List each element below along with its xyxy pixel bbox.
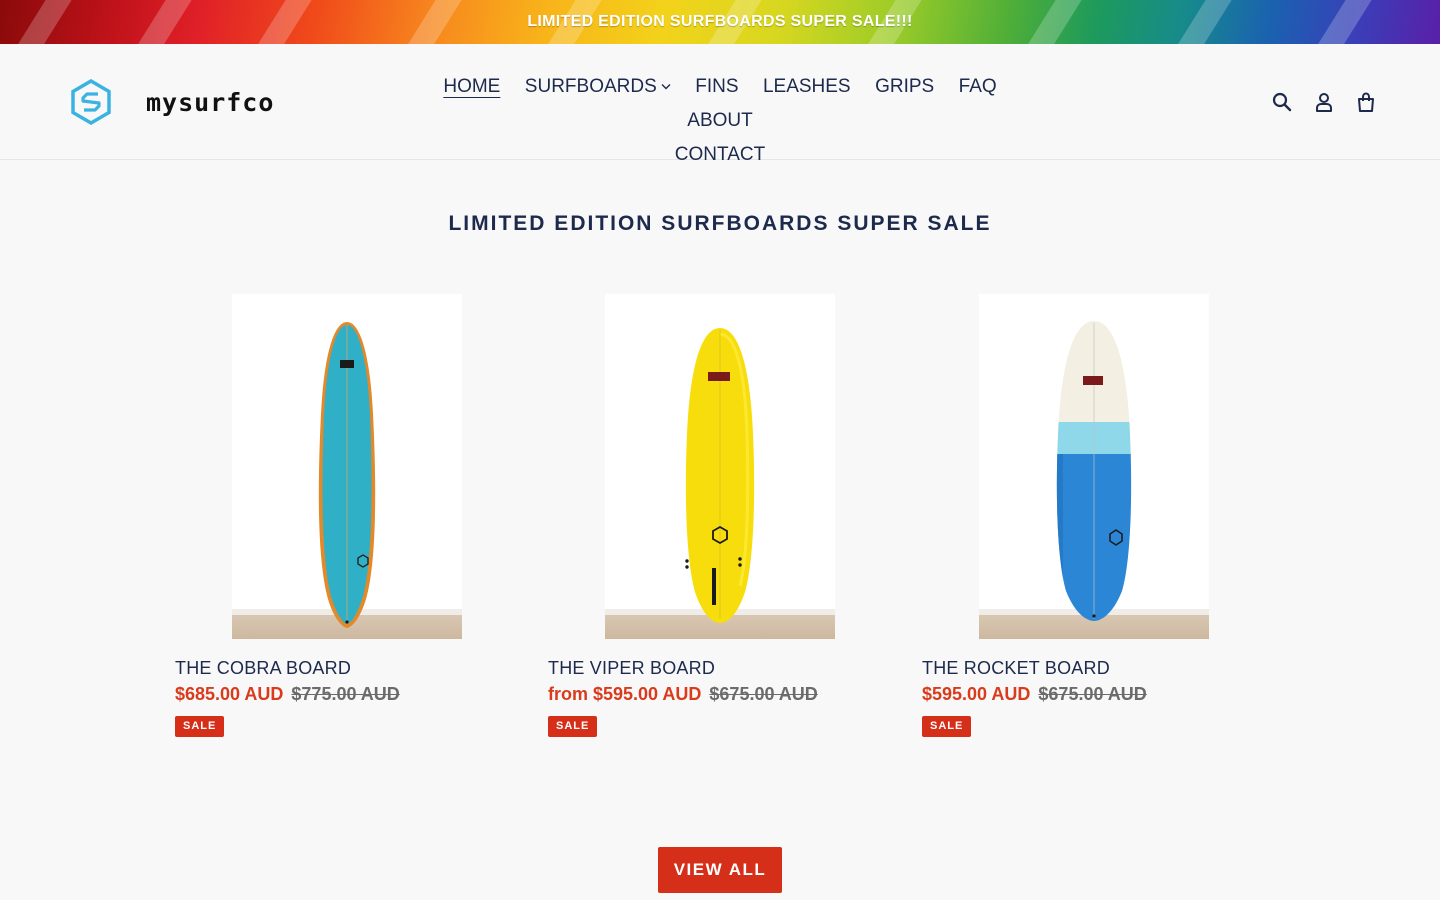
nav-item-home[interactable]: HOME (443, 70, 500, 103)
product-image[interactable] (605, 294, 835, 639)
product-title[interactable]: THE VIPER BOARD (548, 658, 715, 679)
logo-hexagon-icon (71, 79, 111, 125)
product-image[interactable] (232, 294, 462, 639)
chevron-down-icon (661, 84, 671, 90)
search-icon[interactable] (1270, 90, 1294, 114)
nav-item-faq[interactable]: FAQ (959, 70, 997, 103)
cart-icon[interactable] (1354, 90, 1378, 114)
price-row: from $595.00 AUD $675.00 AUD (548, 684, 818, 705)
nav-item-about[interactable]: ABOUT (687, 104, 752, 137)
product-title[interactable]: THE COBRA BOARD (175, 658, 351, 679)
announcement-bar[interactable]: LIMITED EDITION SURFBOARDS SUPER SALE!!! (0, 0, 1440, 44)
nav-item-contact[interactable]: CONTACT (675, 138, 765, 171)
brand-logo[interactable]: mysurfco (70, 78, 274, 126)
view-all-button[interactable]: VIEW ALL (658, 847, 782, 893)
price-row: $685.00 AUD $775.00 AUD (175, 684, 400, 705)
sale-price: $685.00 AUD (175, 684, 284, 704)
brand-wordmark: mysurfco (146, 87, 275, 117)
sale-price: $595.00 AUD (922, 684, 1031, 704)
product-title[interactable]: THE ROCKET BOARD (922, 658, 1110, 679)
sale-badge: SALE (922, 716, 972, 737)
site-header: mysurfco HOME SURFBOARDS FINS LEASHES GR… (0, 44, 1440, 165)
account-icon[interactable] (1312, 90, 1336, 114)
section-title: LIMITED EDITION SURFBOARDS SUPER SALE (448, 212, 992, 235)
surfboard-illustration (1056, 321, 1132, 621)
header-actions (1270, 90, 1378, 114)
original-price: $775.00 AUD (291, 684, 400, 704)
sale-price: from $595.00 AUD (548, 684, 702, 704)
product-image[interactable] (979, 294, 1209, 639)
nav-item-leashes[interactable]: LEASHES (763, 70, 851, 103)
nav-item-surfboards[interactable]: SURFBOARDS (525, 70, 671, 103)
price-row: $595.00 AUD $675.00 AUD (922, 684, 1147, 705)
announcement-text[interactable]: LIMITED EDITION SURFBOARDS SUPER SALE!!! (0, 0, 1440, 44)
original-price: $675.00 AUD (709, 684, 818, 704)
surfboard-illustration (318, 322, 376, 628)
nav-item-fins[interactable]: FINS (695, 70, 738, 103)
sale-badge: SALE (548, 716, 598, 737)
nav-item-grips[interactable]: GRIPS (875, 70, 934, 103)
original-price: $675.00 AUD (1038, 684, 1147, 704)
sale-badge: SALE (175, 716, 225, 737)
nav-item-label: SURFBOARDS (524, 76, 657, 97)
main-nav: HOME SURFBOARDS FINS LEASHES GRIPS FAQ A… (400, 70, 1040, 172)
surfboard-illustration (685, 328, 755, 623)
